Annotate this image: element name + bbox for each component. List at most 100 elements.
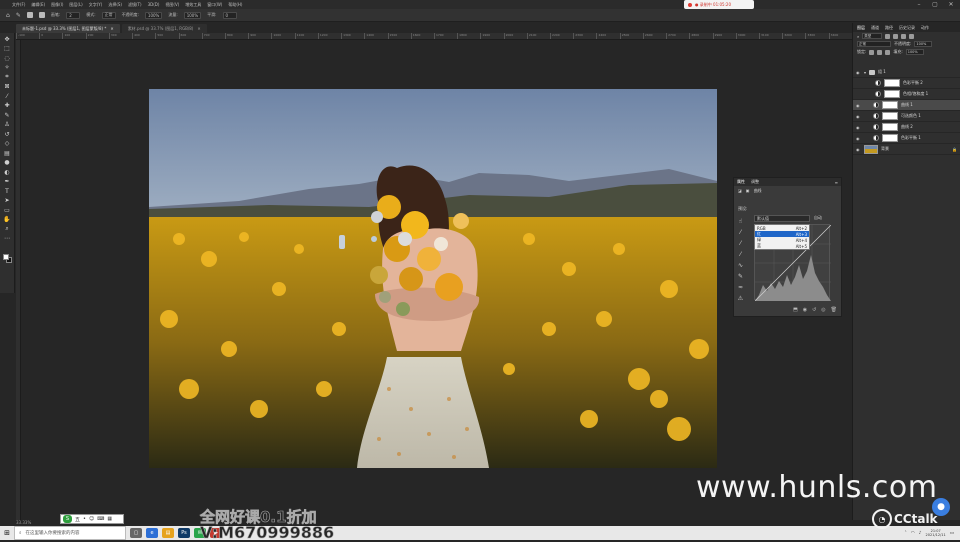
menu-filter[interactable]: 滤镜(T): [128, 2, 142, 8]
gray-point-eyedropper-icon[interactable]: ⁄: [737, 240, 744, 247]
mask-icon[interactable]: ▣: [746, 188, 750, 193]
clipping-warning-icon[interactable]: ⚠: [737, 295, 744, 302]
size-field[interactable]: 2: [66, 11, 81, 19]
file-explorer-app-icon[interactable]: ▤: [162, 528, 174, 538]
menu-edit[interactable]: 编辑(E): [31, 2, 45, 8]
minimize-icon[interactable]: –: [912, 0, 926, 9]
keyboard-icon[interactable]: ⌨: [97, 516, 104, 522]
smoothing-field[interactable]: 0: [222, 11, 237, 19]
tab-channels[interactable]: 通道: [871, 25, 879, 31]
gradient-tool-icon[interactable]: ▤: [3, 149, 12, 158]
tab-history[interactable]: 历史记录: [899, 25, 915, 31]
layer-row-selected[interactable]: ◉ 曲线 1: [853, 100, 960, 111]
layer-opacity-field[interactable]: 100%: [914, 41, 933, 47]
layer-mask-thumbnail[interactable]: [882, 101, 898, 109]
menu-type[interactable]: 文字(Y): [89, 2, 103, 8]
stamp-tool-icon[interactable]: ♙: [3, 121, 12, 130]
black-point-eyedropper-icon[interactable]: ⁄: [737, 229, 744, 236]
menu-help[interactable]: 帮助(H): [228, 2, 242, 8]
more-tools-icon[interactable]: ⋯: [3, 235, 12, 244]
opacity-field[interactable]: 100%: [144, 11, 163, 19]
tab-document-2[interactable]: 素材.psd @ 33.7% (图层1, RGB/8) ✕: [121, 24, 207, 33]
type-tool-icon[interactable]: T: [3, 187, 12, 196]
tray-arrow-icon[interactable]: ˄: [904, 531, 906, 536]
visibility-eye-icon[interactable]: ◉: [856, 70, 861, 75]
brush-preset-icon[interactable]: [26, 12, 33, 18]
layer-row[interactable]: ◉ 色彩平衡 1: [853, 133, 960, 144]
photoshop-app-icon[interactable]: Ps: [178, 528, 190, 538]
menu-file[interactable]: 文件(F): [12, 2, 25, 8]
zoom-tool-icon[interactable]: ⌕: [3, 225, 12, 234]
dodge-tool-icon[interactable]: ◐: [3, 168, 12, 177]
lock-pixels-icon[interactable]: [869, 49, 875, 55]
pen-tool-icon[interactable]: ✒: [3, 178, 12, 187]
white-point-eyedropper-icon[interactable]: ⁄: [737, 251, 744, 258]
blur-tool-icon[interactable]: ●: [3, 159, 12, 168]
lock-position-icon[interactable]: [877, 49, 883, 55]
visibility-eye-icon[interactable]: ◉: [856, 103, 861, 108]
filter-shape-icon[interactable]: [909, 33, 915, 39]
visibility-eye-icon[interactable]: ◉: [856, 114, 861, 119]
menu-select[interactable]: 选择(S): [108, 2, 122, 8]
lock-icon[interactable]: 🔒: [952, 147, 960, 152]
channel-dropdown[interactable]: RGB Alt+2 红 Alt+3 绿 Alt+4 蓝 Alt+5: [754, 224, 810, 250]
frame-tool-icon[interactable]: ⊠: [3, 83, 12, 92]
shape-tool-icon[interactable]: ▭: [3, 206, 12, 215]
recording-badge[interactable]: ● 录制中 01:05:20: [684, 0, 754, 9]
tab-document-1[interactable]: 未标题-1.psd @ 33.3% (图层1, 图层蒙版/8) * ✕: [16, 24, 120, 33]
tab-properties[interactable]: 属性: [737, 179, 745, 185]
smooth-curve-icon[interactable]: ≈: [737, 284, 744, 291]
tab-adjustments[interactable]: 调整: [751, 179, 759, 185]
quick-select-tool-icon[interactable]: ✧: [3, 64, 12, 73]
auto-button[interactable]: 自动: [814, 215, 822, 221]
layer-row[interactable]: ◉ 可选颜色 1: [853, 111, 960, 122]
windows-start-icon[interactable]: ⊞: [0, 526, 14, 540]
visibility-eye-icon[interactable]: ◉: [856, 147, 861, 152]
browser-app-icon[interactable]: e: [146, 528, 158, 538]
panel-menu-icon[interactable]: ≡: [835, 180, 841, 185]
taskbar-search[interactable]: ⌕ 在这里输入你要搜索的内容: [14, 526, 126, 540]
layer-mask-thumbnail[interactable]: [882, 134, 898, 142]
close-icon[interactable]: ✕: [944, 0, 958, 9]
layer-row[interactable]: ◉ 曲线 2: [853, 122, 960, 133]
layer-row[interactable]: 色相/饱和度 1: [853, 89, 960, 100]
menu-image[interactable]: 图像(I): [51, 2, 63, 8]
blend-mode-select[interactable]: 正常: [857, 41, 891, 47]
foreground-color-swatch[interactable]: [3, 254, 9, 260]
layer-row[interactable]: 色彩平衡 2: [853, 78, 960, 89]
menu-window[interactable]: 窗口(W): [207, 2, 222, 8]
crop-tool-icon[interactable]: ⌗: [3, 73, 12, 82]
reset-icon[interactable]: ↺: [812, 307, 816, 313]
view-previous-icon[interactable]: ◉: [803, 307, 807, 313]
flow-field[interactable]: 100%: [183, 11, 202, 19]
emoji-icon[interactable]: ☺: [89, 516, 94, 522]
history-brush-icon[interactable]: ↺: [3, 130, 12, 139]
layer-mask-thumbnail[interactable]: [884, 90, 900, 98]
edit-points-icon[interactable]: ∿: [737, 262, 744, 269]
taskbar-clock[interactable]: 21:07 2021/12/11: [926, 529, 946, 538]
hand-tool-icon[interactable]: ✋: [3, 216, 12, 225]
visibility-icon[interactable]: ◎: [821, 307, 825, 313]
brush-settings-icon[interactable]: [38, 12, 45, 18]
filter-adjustment-icon[interactable]: [893, 33, 899, 39]
layer-row[interactable]: ◉ 背景 🔒: [853, 144, 960, 155]
menu-plugins[interactable]: 增效工具: [185, 2, 201, 8]
layer-mask-thumbnail[interactable]: [882, 123, 898, 131]
menu-view[interactable]: 视图(V): [165, 2, 179, 8]
tab-close-icon[interactable]: ✕: [197, 26, 200, 31]
eyedropper-tool-icon[interactable]: ⁄: [3, 92, 12, 101]
fill-field[interactable]: 100%: [905, 49, 924, 55]
delete-icon[interactable]: 🗑: [831, 307, 837, 313]
lock-all-icon[interactable]: [885, 49, 891, 55]
channel-option-blue[interactable]: 蓝 Alt+5: [755, 243, 809, 249]
move-tool-icon[interactable]: ✥: [3, 35, 12, 44]
menu-layer[interactable]: 图层(L): [69, 2, 82, 8]
path-select-tool-icon[interactable]: ➤: [3, 197, 12, 206]
filter-type-icon[interactable]: [901, 33, 907, 39]
menu-3d[interactable]: 3D(D): [148, 2, 160, 7]
healing-tool-icon[interactable]: ✚: [3, 102, 12, 111]
clip-to-layer-icon[interactable]: ⬒: [793, 307, 798, 313]
expand-chevron-icon[interactable]: ▾: [864, 70, 866, 75]
filter-pixel-icon[interactable]: [885, 33, 891, 39]
tab-layers[interactable]: 图层: [857, 25, 865, 31]
